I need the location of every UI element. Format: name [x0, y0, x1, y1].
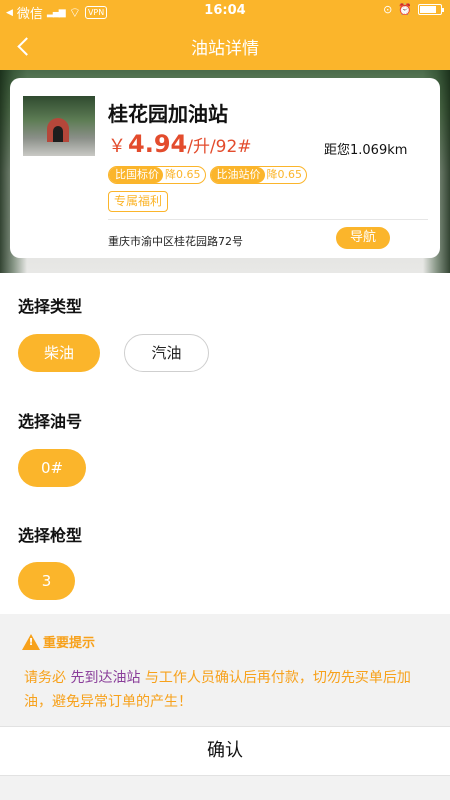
battery-icon: [418, 4, 444, 15]
nav-bar: 油站详情: [0, 22, 450, 70]
tip-prefix: 请务必: [24, 670, 71, 686]
gun-type-option[interactable]: 3: [18, 562, 75, 600]
fuel-type-option-gasoline[interactable]: 汽油: [124, 334, 209, 372]
price-unit: /升/92#: [187, 137, 252, 157]
page-title: 油站详情: [191, 39, 259, 59]
tip-text: 请务必 先到达油站 与工作人员确认后再付款，切勿先买单后加油，避免异常订单的产生…: [24, 666, 424, 714]
station-thumbnail[interactable]: [23, 96, 95, 156]
selection-panel: 选择类型 柴油 汽油 选择油号 0# 选择枪型 3: [0, 273, 450, 614]
discount-tag-label: 比国标价: [109, 167, 163, 183]
discount-tag-value: 降0.65: [266, 168, 303, 181]
fuel-grade-title: 选择油号: [18, 412, 83, 431]
discount-tag-value: 降0.65: [165, 168, 201, 181]
status-right: ⊙ ⏰: [383, 3, 444, 16]
warning-icon: [22, 633, 40, 650]
navigate-button[interactable]: 导航: [336, 227, 390, 249]
fuel-grade-option[interactable]: 0#: [18, 449, 86, 487]
status-bar: ◀ 微信 ▂▄▆ ⌔ VPN 16:04 ⊙ ⏰: [0, 0, 450, 22]
discount-tag-national: 比国标价 降0.65: [108, 166, 206, 184]
card-divider: [108, 219, 428, 220]
discount-tag-station: 比油站价 降0.65: [209, 166, 307, 184]
price-currency: ￥: [108, 136, 126, 157]
station-address: 重庆市渝中区桂花园路72号: [108, 235, 243, 248]
station-name: 桂花园加油站: [108, 102, 228, 126]
discount-tags: 比国标价 降0.65 比油站价 降0.65: [108, 166, 307, 184]
distance-label: 距您1.069km: [324, 143, 408, 158]
tip-highlight: 先到达油站: [70, 670, 141, 686]
fuel-type-option-diesel[interactable]: 柴油: [18, 334, 100, 372]
bottom-spacer: [0, 776, 450, 800]
alarm-icon: ⏰: [398, 3, 412, 16]
fuel-type-title: 选择类型: [18, 297, 83, 316]
app-header: ◀ 微信 ▂▄▆ ⌔ VPN 16:04 ⊙ ⏰ 油站详情: [0, 0, 450, 70]
discount-tag-label: 比油站价: [210, 167, 265, 183]
price-row: ￥ 4.94 /升/92#: [108, 130, 252, 158]
tip-header: 重要提示: [22, 632, 95, 651]
station-card: 桂花园加油站 ￥ 4.94 /升/92# 距您1.069km 比国标价 降0.6…: [10, 78, 440, 258]
welfare-badge: 专属福利: [108, 191, 169, 212]
gun-type-title: 选择枪型: [18, 526, 83, 545]
confirm-button[interactable]: 确认: [0, 726, 450, 776]
tip-section: 重要提示 请务必 先到达油站 与工作人员确认后再付款，切勿先买单后加油，避免异常…: [0, 614, 450, 726]
tip-title: 重要提示: [43, 636, 96, 651]
rotation-lock-icon: ⊙: [383, 3, 393, 16]
price-value: 4.94: [128, 130, 188, 158]
